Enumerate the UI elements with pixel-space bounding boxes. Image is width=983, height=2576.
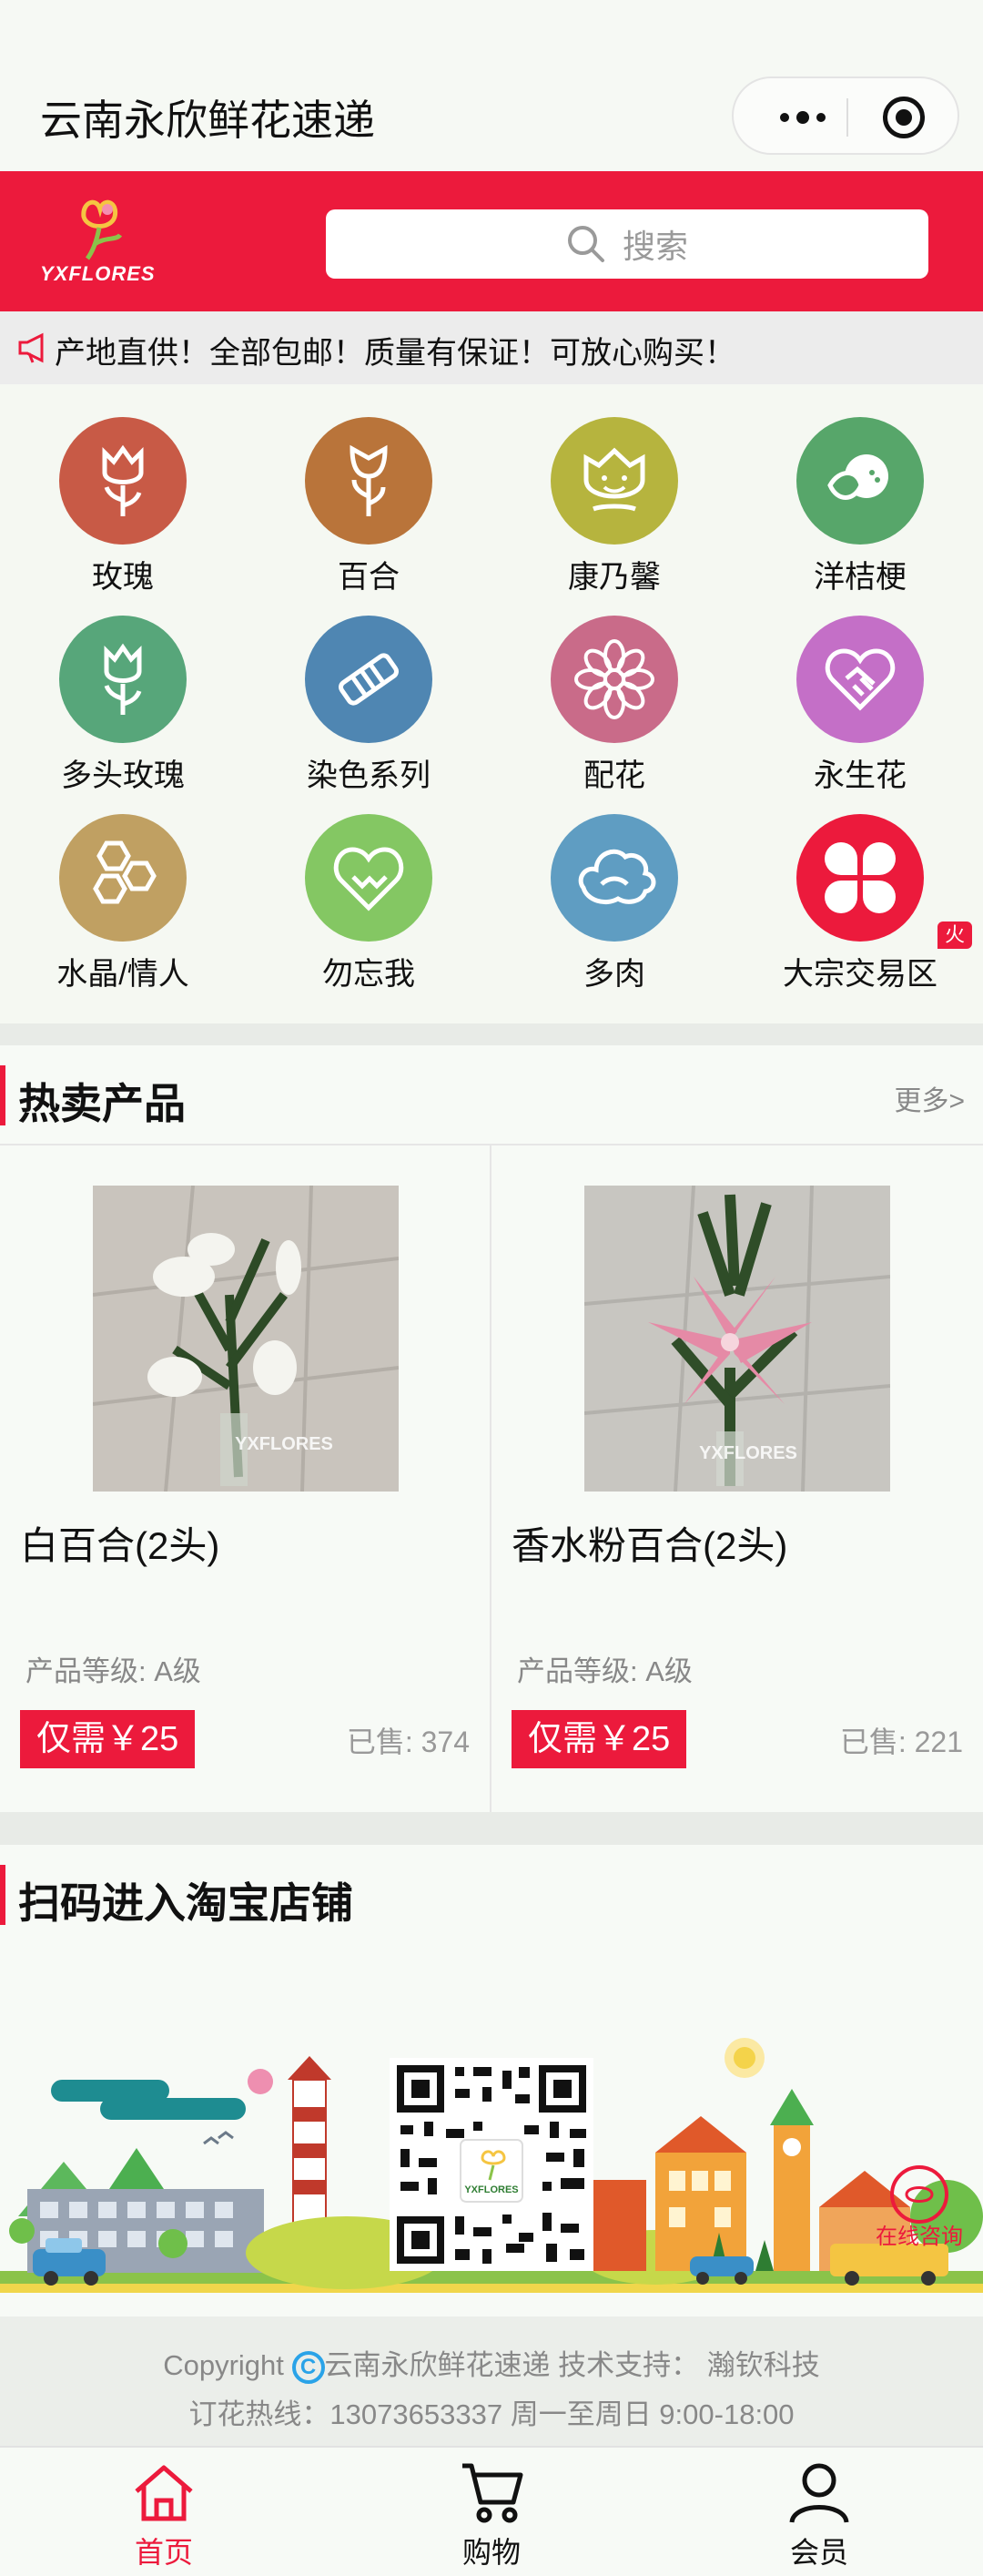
category-succulent[interactable]: 多肉 <box>492 781 737 992</box>
city-illustration: YXFLORES 在线咨询 <box>0 2038 983 2316</box>
rose-icon <box>59 417 187 545</box>
copyright-icon: C <box>291 2350 325 2384</box>
cart-icon <box>462 2463 523 2523</box>
category-forget-me-not[interactable]: 勿忘我 <box>246 781 492 992</box>
product-image[interactable]: YXFLORES <box>584 1186 890 1492</box>
product-list: YXFLORES 白百合(2头) 产品等级: A级 仅需￥25 已售: 374 <box>0 1145 983 1812</box>
category-crystal[interactable]: 水晶/情人 <box>0 781 246 992</box>
category-rose[interactable]: 玫瑰 <box>0 384 246 595</box>
preserved-flower-icon <box>796 616 924 743</box>
tab-label: 首页 <box>134 2536 193 2569</box>
capsule-divider <box>846 98 848 137</box>
tab-home[interactable]: 首页 <box>73 2460 255 2570</box>
spray-rose-icon <box>59 616 187 743</box>
product-price: 仅需￥25 <box>20 1710 196 1768</box>
home-icon <box>135 2465 193 2521</box>
section-title: 扫码进入淘宝店铺 <box>18 1879 353 1927</box>
bottom-tab-bar: 首页 购物 会员 <box>0 2446 983 2576</box>
product-card[interactable]: YXFLORES 白百合(2头) 产品等级: A级 仅需￥25 已售: 374 <box>0 1145 492 1812</box>
copyright-text: 云南永欣鲜花速递 技术支持： 瀚钦科技 <box>324 2349 820 2381</box>
category-eustoma[interactable]: 洋桔梗 <box>737 384 983 595</box>
page-title: 云南永欣鲜花速递 <box>40 97 375 144</box>
category-filler-flower[interactable]: 配花 <box>492 583 737 793</box>
carnation-icon <box>551 417 678 545</box>
category-label: 多肉 <box>583 957 645 992</box>
category-carnation[interactable]: 康乃馨 <box>492 384 737 595</box>
qr-logo-text: YXFLORES <box>464 2184 518 2195</box>
hotline-text: 订花热线：13073653337 周一至周日 9:00-18:00 <box>188 2398 795 2430</box>
search-placeholder: 搜索 <box>622 228 688 265</box>
taobao-qr-banner[interactable]: YXFLORES 在线咨询 <box>0 1943 983 2316</box>
product-price: 仅需￥25 <box>512 1710 687 1768</box>
tab-label: 购物 <box>461 2536 521 2569</box>
taobao-header: 扫码进入淘宝店铺 <box>0 1845 983 1945</box>
eustoma-icon <box>796 417 924 545</box>
more-link[interactable]: 更多> <box>894 1078 965 1118</box>
category-lily[interactable]: 百合 <box>246 384 492 595</box>
tab-shopping[interactable]: 购物 <box>400 2460 583 2570</box>
category-label: 水晶/情人 <box>56 957 189 992</box>
forget-me-not-icon <box>305 814 432 942</box>
notice-marquee-text: 产地直供！全部包邮！质量有保证！可放心购买！ <box>55 336 735 371</box>
category-dyed-series[interactable]: 染色系列 <box>246 583 492 793</box>
category-spray-rose[interactable]: 多头玫瑰 <box>0 583 246 793</box>
watermark-text: YXFLORES <box>699 1443 797 1463</box>
product-card[interactable]: YXFLORES 香水粉百合(2头) 产品等级: A级 仅需￥25 已售: 22… <box>492 1145 983 1812</box>
online-consult-text: 在线咨询 <box>876 2225 963 2249</box>
search-icon <box>567 226 604 262</box>
watermark-text: YXFLORES <box>235 1434 333 1454</box>
tulip-logo-icon <box>81 199 123 260</box>
search-input[interactable]: 搜索 <box>326 209 928 279</box>
header-bar: YXFLORES 搜索 <box>0 171 983 311</box>
product-sold-count: 已售: 374 <box>346 1726 470 1758</box>
product-sold-count: 已售: 221 <box>839 1726 963 1758</box>
user-icon <box>789 2463 849 2523</box>
product-grade: 产品等级: A级 <box>517 1655 693 1687</box>
category-preserved-flower[interactable]: 永生花 <box>737 583 983 793</box>
crystal-icon <box>59 814 187 942</box>
capsule-menu <box>732 76 959 155</box>
hot-products-header: 热卖产品 更多> <box>0 1045 983 1145</box>
hot-badge: 火 <box>937 921 972 949</box>
product-grade: 产品等级: A级 <box>25 1655 201 1687</box>
tab-member[interactable]: 会员 <box>728 2460 910 2570</box>
more-options-icon[interactable] <box>766 102 839 133</box>
copyright-prefix: Copyright <box>163 2349 284 2381</box>
category-label: 大宗交易区 <box>783 957 937 992</box>
section-accent-bar <box>0 1865 5 1925</box>
filler-flower-icon <box>551 616 678 743</box>
category-label: 勿忘我 <box>322 957 415 992</box>
megaphone-icon <box>18 332 44 363</box>
product-name: 香水粉百合(2头) <box>512 1524 788 1567</box>
brand-logo-text: YXFLORES <box>40 262 156 285</box>
product-name: 白百合(2头) <box>20 1524 220 1567</box>
succulent-icon <box>551 814 678 942</box>
wholesale-icon <box>796 814 924 942</box>
copyright-line: Copyright C 云南永欣鲜花速递 技术支持： 瀚钦科技 <box>0 2342 983 2384</box>
tab-label: 会员 <box>789 2536 848 2569</box>
close-miniprogram-icon[interactable] <box>883 97 925 138</box>
section-accent-bar <box>0 1065 5 1125</box>
notice-bar: 产地直供！全部包邮！质量有保证！可放心购买！ <box>0 311 983 384</box>
product-image[interactable]: YXFLORES <box>93 1186 399 1492</box>
category-grid: 玫瑰 百合 康乃馨 洋桔梗 多头玫瑰 染色系列 配花 永生花 水晶/情人 勿忘我… <box>0 384 983 1023</box>
section-gap <box>0 1812 983 1845</box>
category-wholesale[interactable]: 大宗交易区 <box>737 781 983 992</box>
lily-icon <box>305 417 432 545</box>
brand-logo[interactable]: YXFLORES <box>40 191 167 291</box>
dyed-series-icon <box>305 616 432 743</box>
section-title: 热卖产品 <box>18 1080 186 1127</box>
mini-program-title-bar: 云南永欣鲜花速递 <box>0 0 983 171</box>
page-footer: Copyright C 云南永欣鲜花速递 技术支持： 瀚钦科技 订花热线：1307… <box>0 2316 983 2446</box>
